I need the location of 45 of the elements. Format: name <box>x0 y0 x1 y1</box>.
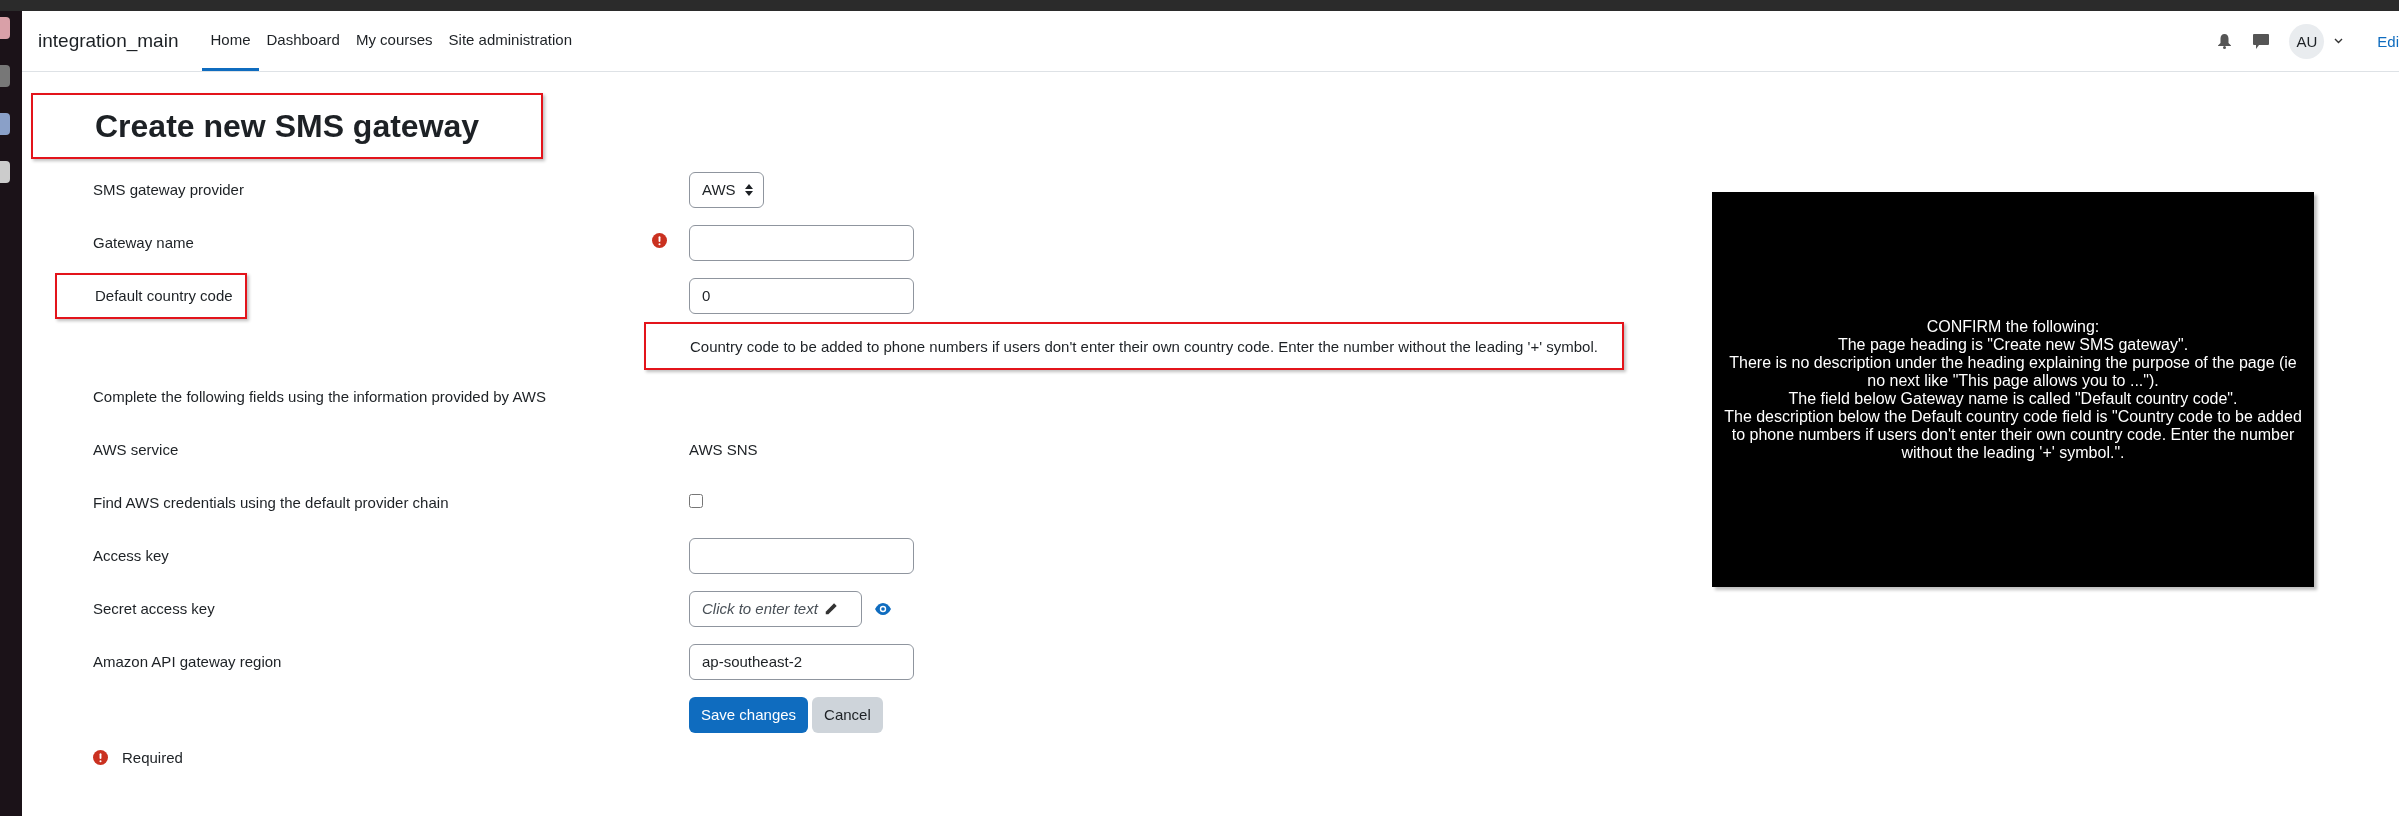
app-icon[interactable] <box>0 161 10 183</box>
eye-icon[interactable] <box>874 601 892 616</box>
field-label: Default country code <box>95 287 233 304</box>
field-label: Secret access key <box>93 600 216 617</box>
app-icon[interactable] <box>0 17 10 39</box>
field-value: AWS SNS <box>689 440 758 458</box>
help-text: Country code to be added to phone numbers if users don't enter their own country code. Enter the number without the leading '+' symbol. <box>690 337 1598 355</box>
instruction-text: Complete the following fields using the information provided by AWS <box>93 388 548 405</box>
notice-text: The page heading is "Create new SMS gateway". <box>1837 335 2189 354</box>
bell-icon[interactable] <box>2218 33 2232 49</box>
cancel-button[interactable]: Cancel <box>812 696 883 733</box>
notice-text: CONFIRM the following: <box>1926 317 2100 336</box>
text-field[interactable]: ap-southeast-2 <box>689 643 914 680</box>
notice-text: The field below Gateway name is called "Default country code". <box>1788 389 2238 408</box>
nav-link[interactable]: My courses <box>347 11 441 71</box>
field-label: SMS gateway provider <box>93 181 245 198</box>
site-name[interactable]: integration_main <box>38 11 179 71</box>
pencil-icon <box>823 601 838 616</box>
chat-icon[interactable] <box>2253 33 2270 49</box>
provider-select[interactable]: AWS <box>689 171 764 208</box>
required-icon <box>93 750 108 765</box>
text-field[interactable] <box>689 537 914 574</box>
edit-link[interactable]: Edi <box>2377 32 2399 50</box>
app-icon[interactable] <box>0 113 10 135</box>
field-label: Find AWS credentials using the default provider chain <box>93 494 450 511</box>
notice-text: The description below the Default country code field is "Country code to be added to phone numbers if users don't enter their own country code. Enter the number without the leading '+' symbol.". <box>1723 407 2303 462</box>
checkbox[interactable] <box>689 493 703 508</box>
nav-link[interactable]: Site administration <box>440 11 580 71</box>
text-field[interactable]: 0 <box>689 277 914 314</box>
app-icon[interactable] <box>0 65 10 87</box>
nav-link[interactable]: Dashboard <box>258 11 348 71</box>
field-label: AWS service <box>93 441 180 458</box>
sort-caret-icon <box>745 183 753 196</box>
nav-link[interactable]: Home <box>202 11 259 71</box>
user-avatar[interactable]: AU <box>2289 23 2325 59</box>
page-heading: Create new SMS gateway <box>95 107 480 145</box>
secret-field[interactable]: Click to enter text <box>689 590 862 627</box>
field-label: Amazon API gateway region <box>93 653 283 670</box>
chevron-down-icon[interactable] <box>2334 38 2344 44</box>
field-label: Gateway name <box>93 234 195 251</box>
text-field[interactable] <box>689 224 914 261</box>
notice-text: There is no description under the heading explaining the purpose of the page (ie no next like "This page allows you to ..."). <box>1728 353 2298 390</box>
required-legend: Required <box>122 749 183 766</box>
field-label: Access key <box>93 547 170 564</box>
save-button[interactable]: Save changes <box>689 696 809 733</box>
